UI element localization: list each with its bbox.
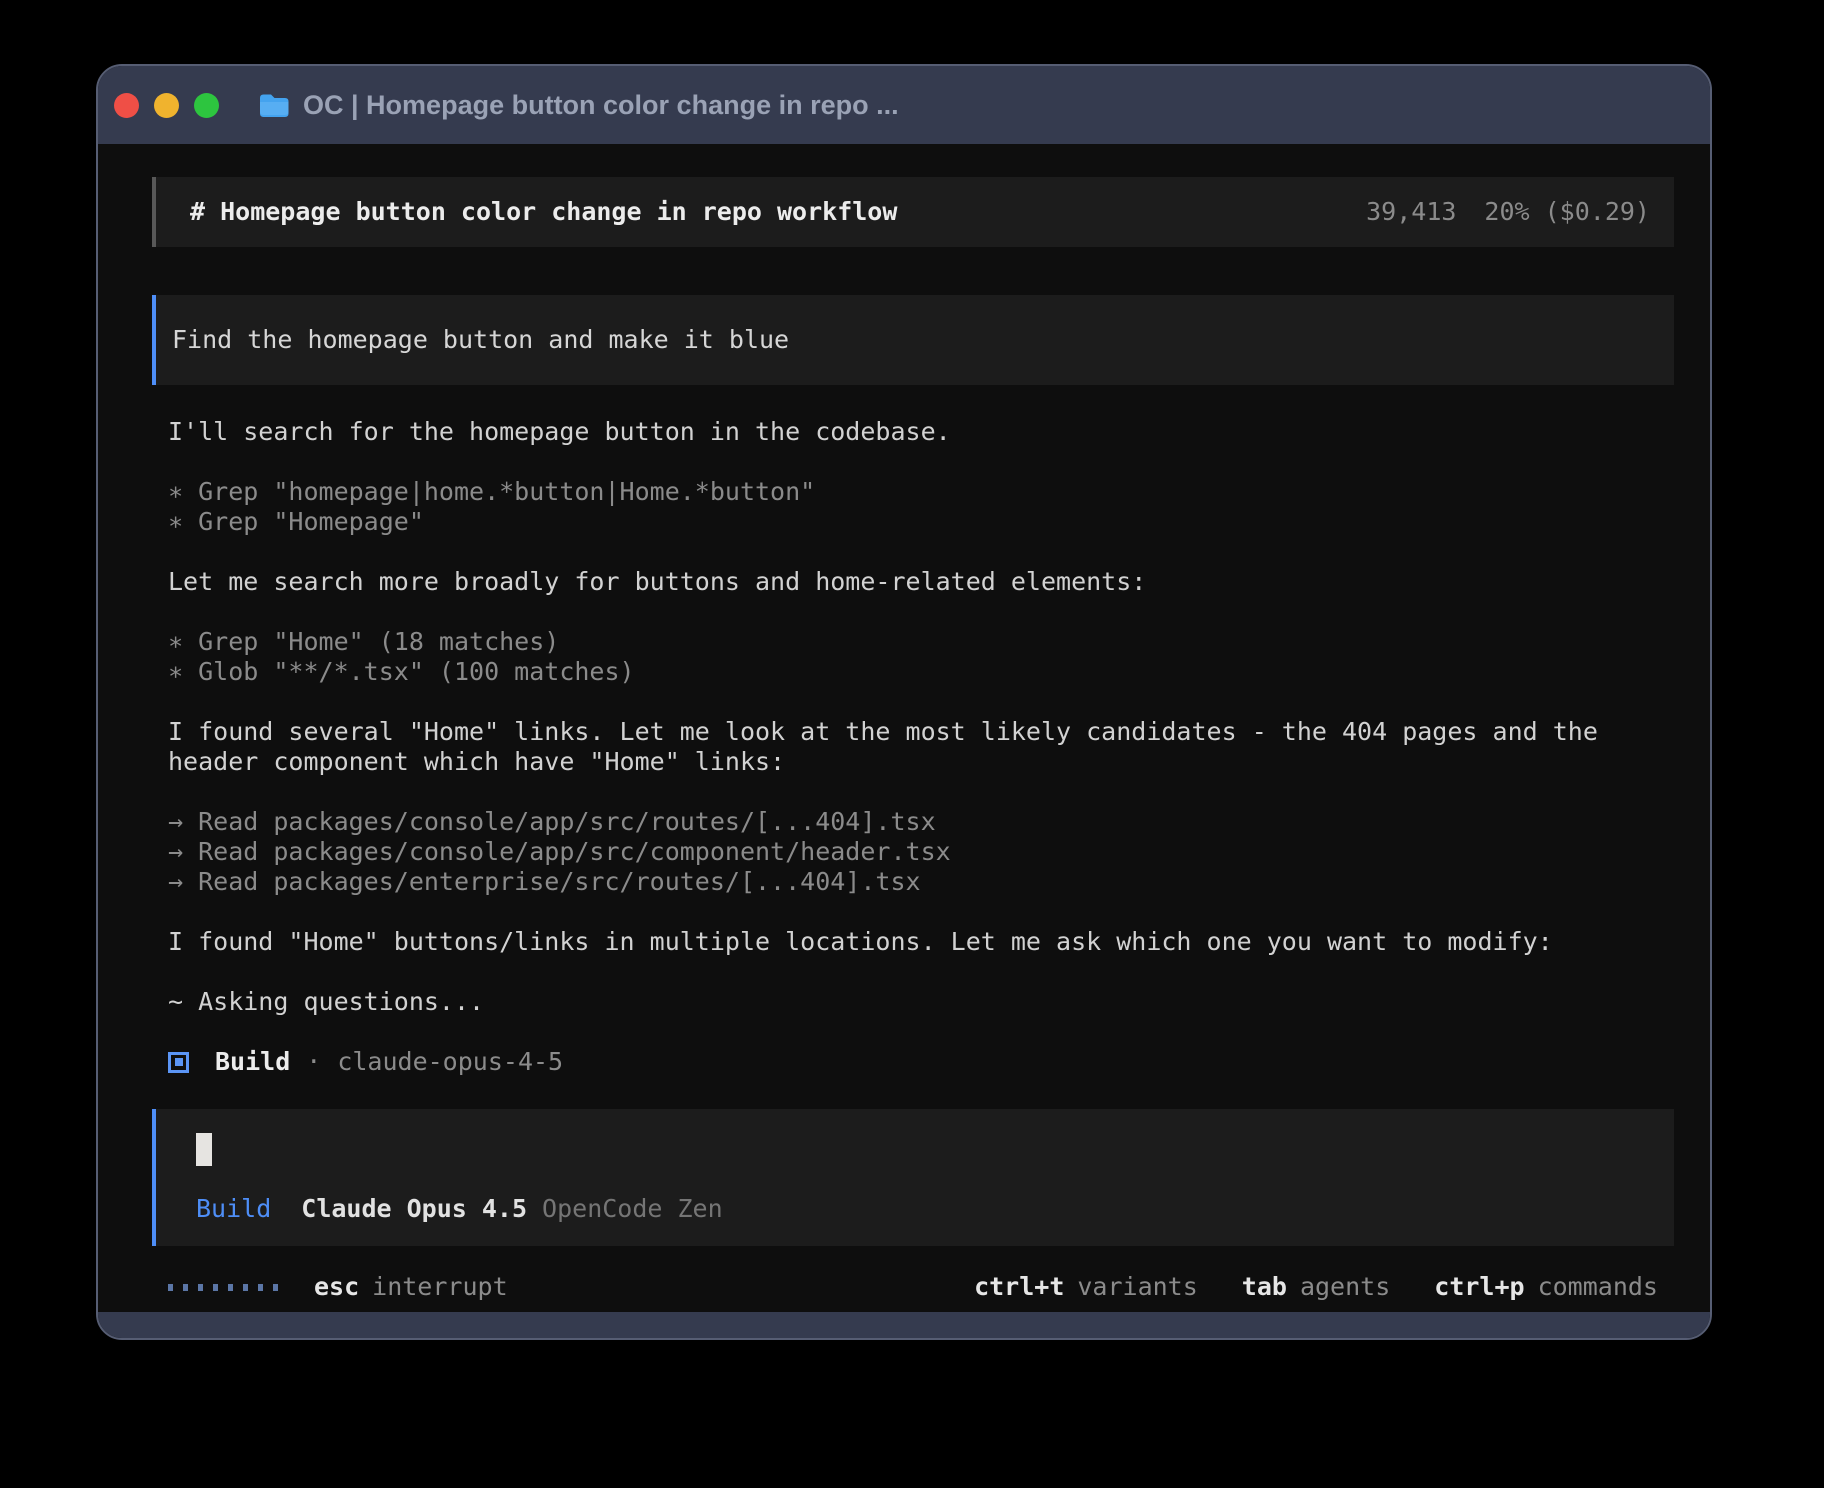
agent-separator: · — [306, 1047, 321, 1077]
interrupt-key: esc — [314, 1272, 359, 1302]
context-cost: 20% ($0.29) — [1484, 197, 1650, 227]
assistant-status-text: ~ Asking questions... — [168, 987, 1674, 1017]
assistant-text: I found several "Home" links. Let me loo… — [168, 717, 1674, 777]
token-count: 39,413 — [1366, 197, 1456, 227]
model-row: Build Claude Opus 4.5 OpenCode Zen — [196, 1194, 1650, 1224]
tool-call: ∗ Grep "homepage|home.*button|Home.*butt… — [168, 477, 1674, 507]
folder-icon — [258, 93, 289, 118]
session-stats: 39,413 20% ($0.29) — [1366, 197, 1650, 227]
spinner-dots — [168, 1284, 278, 1291]
shortcut-variants: ctrl+t variants — [974, 1272, 1198, 1302]
interrupt-label: interrupt — [372, 1272, 507, 1302]
assistant-text: I'll search for the homepage button in t… — [168, 417, 1674, 447]
tool-call: ∗ Grep "Homepage" — [168, 507, 1674, 537]
input-model-label: Claude Opus 4.5 — [301, 1194, 527, 1224]
session-header: # Homepage button color change in repo w… — [152, 177, 1674, 247]
tool-call: → Read packages/console/app/src/routes/[… — [168, 807, 1674, 837]
agent-status-icon — [168, 1052, 189, 1073]
tool-call: → Read packages/enterprise/src/routes/[.… — [168, 867, 1674, 897]
assistant-text: I found "Home" buttons/links in multiple… — [168, 927, 1674, 957]
app-window: OC | Homepage button color change in rep… — [96, 64, 1712, 1340]
title-bar: OC | Homepage button color change in rep… — [98, 66, 1710, 144]
input-provider-label: OpenCode Zen — [542, 1194, 723, 1224]
tool-call: ∗ Grep "Home" (18 matches) — [168, 627, 1674, 657]
interrupt-hint: esc interrupt — [314, 1272, 508, 1302]
shortcut-hints: ctrl+t variants tab agents ctrl+p comman… — [974, 1272, 1658, 1302]
user-message-text: Find the homepage button and make it blu… — [172, 325, 789, 355]
minimize-button[interactable] — [154, 93, 179, 118]
tool-call: ∗ Glob "**/*.tsx" (100 matches) — [168, 657, 1674, 687]
terminal-content: # Homepage button color change in repo w… — [98, 144, 1710, 1312]
tool-call-list: ∗ Grep "Home" (18 matches) ∗ Glob "**/*.… — [168, 627, 1674, 687]
prompt-input[interactable]: Build Claude Opus 4.5 OpenCode Zen — [152, 1109, 1674, 1246]
assistant-text: Let me search more broadly for buttons a… — [168, 567, 1674, 597]
shortcut-agents: tab agents — [1242, 1272, 1390, 1302]
shortcut-commands: ctrl+p commands — [1434, 1272, 1658, 1302]
text-cursor — [196, 1133, 212, 1166]
zoom-button[interactable] — [194, 93, 219, 118]
status-bar: esc interrupt ctrl+t variants tab agents… — [152, 1272, 1674, 1302]
agent-name: Build — [215, 1047, 290, 1077]
user-message: Find the homepage button and make it blu… — [152, 295, 1674, 385]
transcript: I'll search for the homepage button in t… — [152, 417, 1674, 1077]
session-title: # Homepage button color change in repo w… — [190, 197, 897, 227]
tool-call: → Read packages/console/app/src/componen… — [168, 837, 1674, 867]
tool-call-list: → Read packages/console/app/src/routes/[… — [168, 807, 1674, 897]
agent-model: claude-opus-4-5 — [337, 1047, 563, 1077]
window-title: OC | Homepage button color change in rep… — [303, 90, 899, 121]
tool-call-list: ∗ Grep "homepage|home.*button|Home.*butt… — [168, 477, 1674, 537]
input-agent-label: Build — [196, 1194, 271, 1224]
window-footer — [98, 1312, 1710, 1338]
agent-row: Build · claude-opus-4-5 — [168, 1047, 1674, 1077]
close-button[interactable] — [114, 93, 139, 118]
